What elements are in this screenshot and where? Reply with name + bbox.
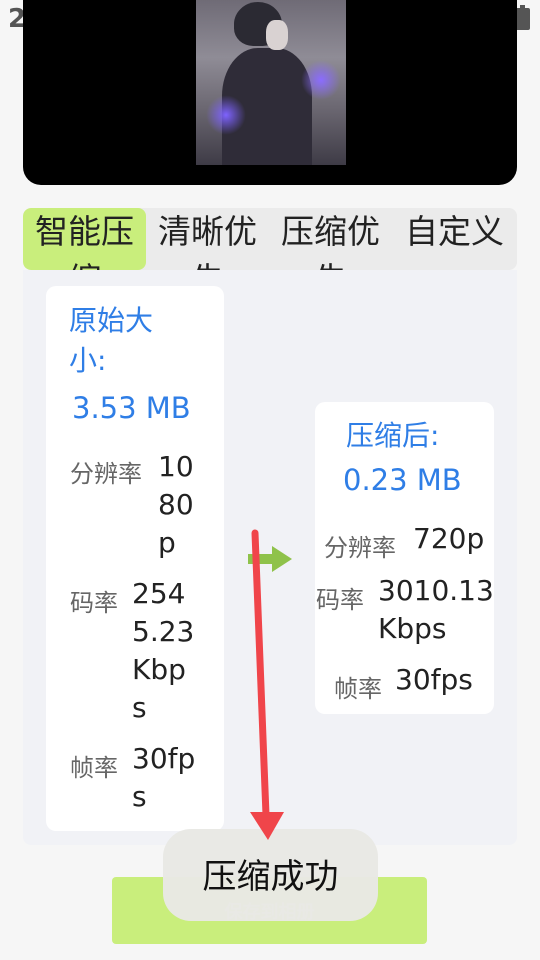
compressed-bitrate-label: 码率 [316,586,364,614]
compressed-fps-label: 帧率 [334,675,382,703]
original-size-value: 3.53 MB [72,391,191,425]
original-resolution-label: 分辨率 [70,460,142,488]
compressed-bitrate-value: 3010.13Kbps [378,574,494,645]
original-size-title: 原始大小: [69,304,154,377]
tab-compression-first[interactable]: 压缩优先 [269,208,392,270]
compressed-size-title: 压缩后: [346,419,440,452]
original-fps-label: 帧率 [70,754,118,782]
compressed-resolution-label: 分辨率 [324,534,396,562]
original-bitrate-value: 2545.23Kbps [132,577,195,724]
video-preview[interactable] [23,0,517,185]
compressed-size-value: 0.23 MB [343,463,462,497]
arrow-right-icon [248,546,292,572]
compress-success-toast: 压缩成功 [163,829,378,921]
tab-clarity-first[interactable]: 清晰优先 [146,208,269,270]
compressed-resolution-value: 720p [413,522,485,555]
compression-mode-tabs: 智能压缩 清晰优先 压缩优先 自定义 [23,208,517,270]
original-fps-value: 30fps [132,742,196,813]
original-bitrate-label: 码率 [70,589,118,617]
video-thumbnail [196,0,346,165]
compressed-fps-value: 30fps [395,663,473,696]
battery-charging-icon [515,5,530,30]
original-resolution-value: 1080p [158,450,194,559]
tab-custom[interactable]: 自定义 [393,208,516,270]
tab-smart-compress[interactable]: 智能压缩 [23,208,146,270]
